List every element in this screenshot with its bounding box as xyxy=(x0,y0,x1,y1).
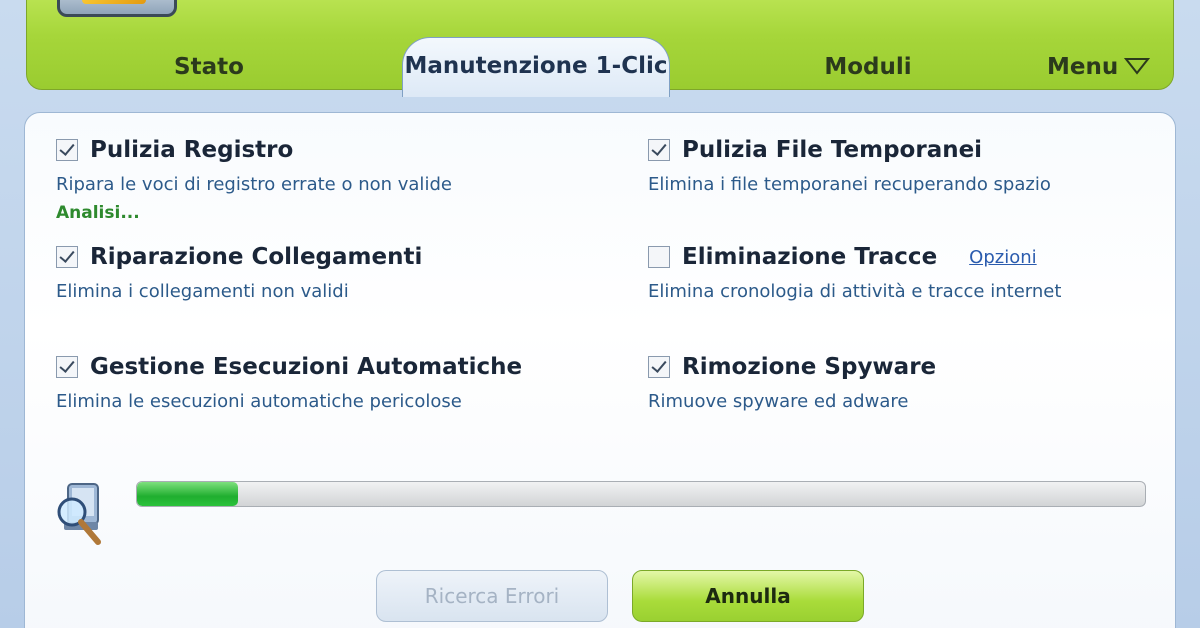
item-rimozione-spyware: Rimozione Spyware Rimuove spyware ed adw… xyxy=(648,353,936,412)
scan-magnifier-icon xyxy=(57,483,101,545)
chevron-down-icon xyxy=(1124,58,1151,75)
item-title: Pulizia File Temporanei xyxy=(682,137,983,163)
item-pulizia-file-temporanei: Pulizia File Temporanei Elimina i file t… xyxy=(648,136,1051,195)
item-title: Gestione Esecuzioni Automatiche xyxy=(90,354,523,380)
checkbox-gestione-esecuzioni[interactable] xyxy=(56,356,78,378)
ricerca-errori-button[interactable]: Ricerca Errori xyxy=(376,570,608,622)
item-description: Ripara le voci di registro errate o non … xyxy=(56,174,452,195)
item-title: Riparazione Collegamenti xyxy=(90,244,423,270)
item-gestione-esecuzioni: Gestione Esecuzioni Automatiche Elimina … xyxy=(56,353,522,412)
checkbox-rimozione-spyware[interactable] xyxy=(648,356,670,378)
item-description: Elimina le esecuzioni automatiche perico… xyxy=(56,391,462,412)
tab-menu[interactable]: Menu xyxy=(1047,49,1167,89)
checkbox-pulizia-registro[interactable] xyxy=(56,139,78,161)
item-title: Pulizia Registro xyxy=(90,137,294,163)
item-description: Elimina cronologia di attività e tracce … xyxy=(648,281,1062,302)
progress-bar xyxy=(136,481,1146,507)
checkbox-riparazione-collegamenti[interactable] xyxy=(56,246,78,268)
annulla-button[interactable]: Annulla xyxy=(632,570,864,622)
progress-fill xyxy=(137,482,238,506)
tab-moduli[interactable]: Moduli xyxy=(783,49,953,89)
item-description: Elimina i collegamenti non validi xyxy=(56,281,349,302)
tab-manutenzione[interactable]: Manutenzione 1-Clic xyxy=(402,37,670,97)
checkbox-pulizia-file-temporanei[interactable] xyxy=(648,139,670,161)
item-riparazione-collegamenti: Riparazione Collegamenti Elimina i colle… xyxy=(56,243,422,302)
app-logo-icon xyxy=(57,0,177,17)
item-pulizia-registro: Pulizia Registro Ripara le voci di regis… xyxy=(56,136,452,223)
item-eliminazione-tracce: Eliminazione Tracce Opzioni Elimina cron… xyxy=(648,243,1061,302)
item-description: Rimuove spyware ed adware xyxy=(648,391,909,412)
item-title: Eliminazione Tracce xyxy=(682,244,938,270)
item-title: Rimozione Spyware xyxy=(682,354,937,380)
item-description: Elimina i file temporanei recuperando sp… xyxy=(648,174,1051,195)
status-text: Analisi... xyxy=(56,203,140,223)
checkbox-eliminazione-tracce[interactable] xyxy=(648,246,670,268)
opzioni-link[interactable]: Opzioni xyxy=(969,247,1036,268)
tab-stato[interactable]: Stato xyxy=(123,49,295,89)
tab-menu-label: Menu xyxy=(1047,54,1119,80)
